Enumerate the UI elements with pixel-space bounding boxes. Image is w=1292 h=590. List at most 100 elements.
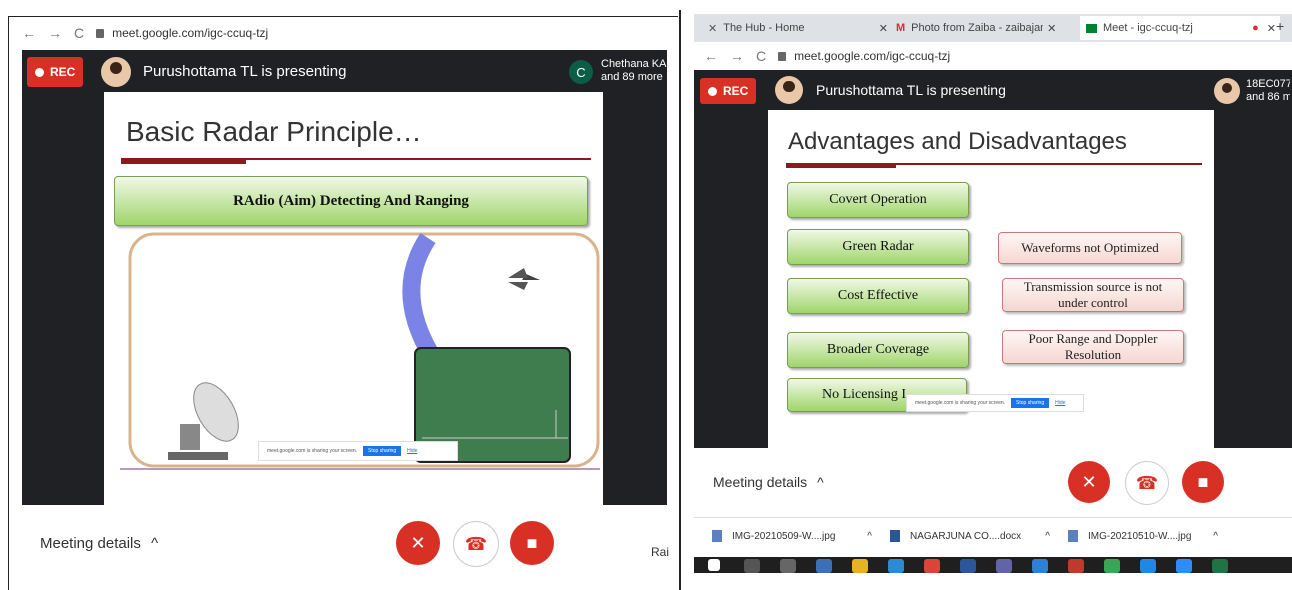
address-bar[interactable]: ← → C meet.google.com/igc-ccuq-tzj <box>694 44 1292 68</box>
search-icon[interactable] <box>744 559 760 573</box>
disadvantage-item: Poor Range and Doppler Resolution <box>1002 330 1184 364</box>
meeting-details-button[interactable]: Meeting details ^ <box>713 474 824 490</box>
word-icon[interactable] <box>960 559 976 573</box>
mic-off-button[interactable]: ✕ <box>396 521 440 565</box>
title-rule-accent <box>121 160 246 164</box>
frame-line <box>8 16 9 590</box>
url-text[interactable]: meet.google.com/igc-ccuq-tzj <box>112 26 268 40</box>
mic-off-button[interactable]: ✕ <box>1068 461 1110 503</box>
url-text[interactable]: meet.google.com/igc-ccuq-tzj <box>794 49 950 63</box>
folder-icon[interactable] <box>852 559 868 573</box>
leave-call-button[interactable]: ☎ <box>1125 461 1169 505</box>
chevron-up-icon: ^ <box>817 474 824 490</box>
chevron-up-icon[interactable]: ^ <box>867 531 872 542</box>
share-notice: meet.google.com is sharing your screen. … <box>906 394 1084 412</box>
disadvantage-item: Transmission source is not under control <box>1002 278 1184 312</box>
chevron-up-icon[interactable]: ^ <box>1045 531 1050 542</box>
chrome-icon[interactable] <box>924 559 940 573</box>
slide-title: Advantages and Disadvantages <box>788 128 1127 155</box>
frame-line <box>8 16 678 17</box>
participant-name: 18EC077 <box>1246 78 1290 90</box>
share-text: meet.google.com is sharing your screen. <box>915 400 1006 406</box>
recording-dot-icon: ● <box>1252 22 1259 34</box>
participant-more: and 89 more <box>601 71 663 83</box>
lock-icon <box>96 28 105 38</box>
teams-icon[interactable] <box>996 559 1012 573</box>
lock-icon <box>778 51 787 61</box>
close-icon[interactable]: ✕ <box>1267 22 1276 35</box>
new-tab-icon[interactable]: + <box>1276 18 1284 34</box>
chevron-up-icon[interactable]: ^ <box>1213 531 1218 542</box>
meeting-details-label: Meeting details <box>40 535 141 552</box>
participant-tile[interactable]: Chethana KA and 89 more <box>601 58 666 84</box>
tab-title: Photo from Zaiba - zaibajameel@ <box>911 22 1043 34</box>
mic-off-icon: ✕ <box>410 532 426 553</box>
right-edge-text: Rai <box>651 545 670 559</box>
reload-icon[interactable]: C <box>74 25 84 41</box>
tab-meet[interactable]: Meet - igc-ccuq-tzj ● ✕ <box>1080 16 1280 40</box>
app-icon[interactable] <box>1104 559 1120 573</box>
word-file-icon <box>890 530 900 542</box>
advantage-item: Broader Coverage <box>787 332 969 368</box>
meeting-details-button[interactable]: Meeting details ^ <box>40 535 158 552</box>
participant-more: and 86 m <box>1246 91 1290 103</box>
calculator-icon[interactable] <box>816 559 832 573</box>
rec-label: REC <box>50 65 76 79</box>
presenter-avatar <box>101 57 131 87</box>
forward-icon[interactable]: → <box>48 25 62 41</box>
back-icon[interactable]: ← <box>704 48 718 64</box>
leave-call-button[interactable]: ☎ <box>453 521 499 567</box>
meet-icon <box>1086 23 1097 33</box>
slide-banner: RAdio (Aim) Detecting And Ranging <box>114 176 588 226</box>
app-icon[interactable] <box>1068 559 1084 573</box>
tab-title: Meet - igc-ccuq-tzj <box>1103 22 1193 34</box>
address-bar[interactable]: ← → C meet.google.com/igc-ccuq-tzj <box>22 22 667 44</box>
task-view-icon[interactable] <box>780 559 796 573</box>
store-icon[interactable] <box>1032 559 1048 573</box>
disadvantage-item: Waveforms not Optimized <box>998 232 1182 264</box>
advantage-item: Cost Effective <box>787 278 969 314</box>
presenting-text: Purushottama TL is presenting <box>816 82 1006 98</box>
presenting-text: Purushottama TL is presenting <box>143 63 347 80</box>
mic-off-icon: ✕ <box>1081 471 1097 492</box>
rec-label: REC <box>723 84 749 98</box>
participant-avatar: C <box>569 60 593 84</box>
excel-icon[interactable] <box>1212 559 1228 573</box>
zoom-icon[interactable] <box>1176 559 1192 573</box>
app-icon[interactable] <box>1140 559 1156 573</box>
download-item[interactable]: NAGARJUNA CO....docx ^ <box>890 530 1050 542</box>
record-icon <box>35 67 44 77</box>
slide-title: Basic Radar Principle… <box>126 116 422 147</box>
title-rule-accent <box>786 165 896 168</box>
edge-icon[interactable] <box>888 559 904 573</box>
chevron-up-icon: ^ <box>151 535 159 552</box>
back-icon[interactable]: ← <box>22 25 36 41</box>
hide-link[interactable]: Hide <box>1055 400 1065 406</box>
close-icon[interactable]: ✕ <box>879 22 888 35</box>
close-icon[interactable]: ✕ <box>1047 22 1056 35</box>
tab-title: The Hub - Home <box>723 22 805 34</box>
participant-tile[interactable]: 18EC077 and 86 m <box>1246 78 1290 104</box>
tab-hub[interactable]: ✕ The Hub - Home ✕ <box>708 16 888 40</box>
windows-start-icon[interactable] <box>708 559 720 571</box>
camera-off-icon: ■ <box>526 532 538 553</box>
presenter-avatar <box>775 76 803 104</box>
download-name: NAGARJUNA CO....docx <box>910 530 1022 542</box>
camera-off-button[interactable]: ■ <box>510 521 554 565</box>
camera-off-button[interactable]: ■ <box>1182 461 1224 503</box>
windows-taskbar <box>694 557 1292 573</box>
tab-gmail[interactable]: M Photo from Zaiba - zaibajameel@ ✕ <box>896 16 1070 40</box>
stop-sharing-button[interactable]: Stop sharing <box>1011 398 1050 408</box>
forward-icon[interactable]: → <box>730 48 744 64</box>
hide-link[interactable]: Hide <box>407 448 417 454</box>
participant-avatar <box>1214 78 1240 104</box>
screenshot-divider <box>679 10 681 590</box>
download-item[interactable]: IMG-20210510-W....jpg ^ <box>1068 530 1218 542</box>
hub-icon: ✕ <box>708 22 718 35</box>
participant-name: Chethana KA <box>601 58 667 70</box>
reload-icon[interactable]: C <box>756 48 766 64</box>
meeting-details-label: Meeting details <box>713 474 808 490</box>
download-name: IMG-20210509-W....jpg <box>732 530 836 542</box>
download-item[interactable]: IMG-20210509-W....jpg ^ <box>712 530 872 542</box>
stop-sharing-button[interactable]: Stop sharing <box>363 446 402 456</box>
